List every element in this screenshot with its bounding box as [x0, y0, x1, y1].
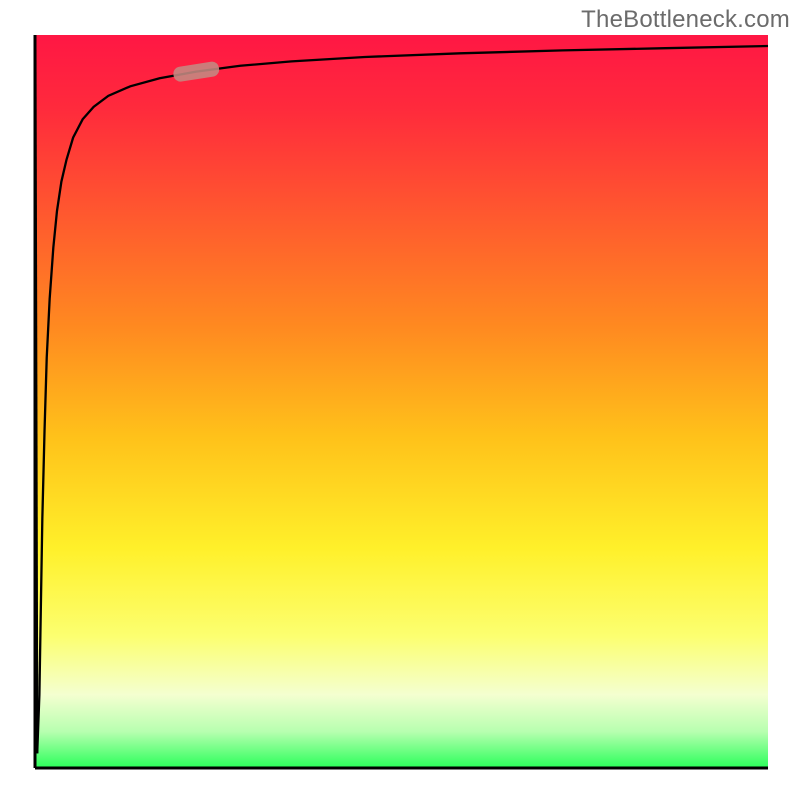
plot-background — [35, 35, 768, 768]
chart-svg — [0, 0, 800, 800]
chart-canvas: TheBottleneck.com — [0, 0, 800, 800]
